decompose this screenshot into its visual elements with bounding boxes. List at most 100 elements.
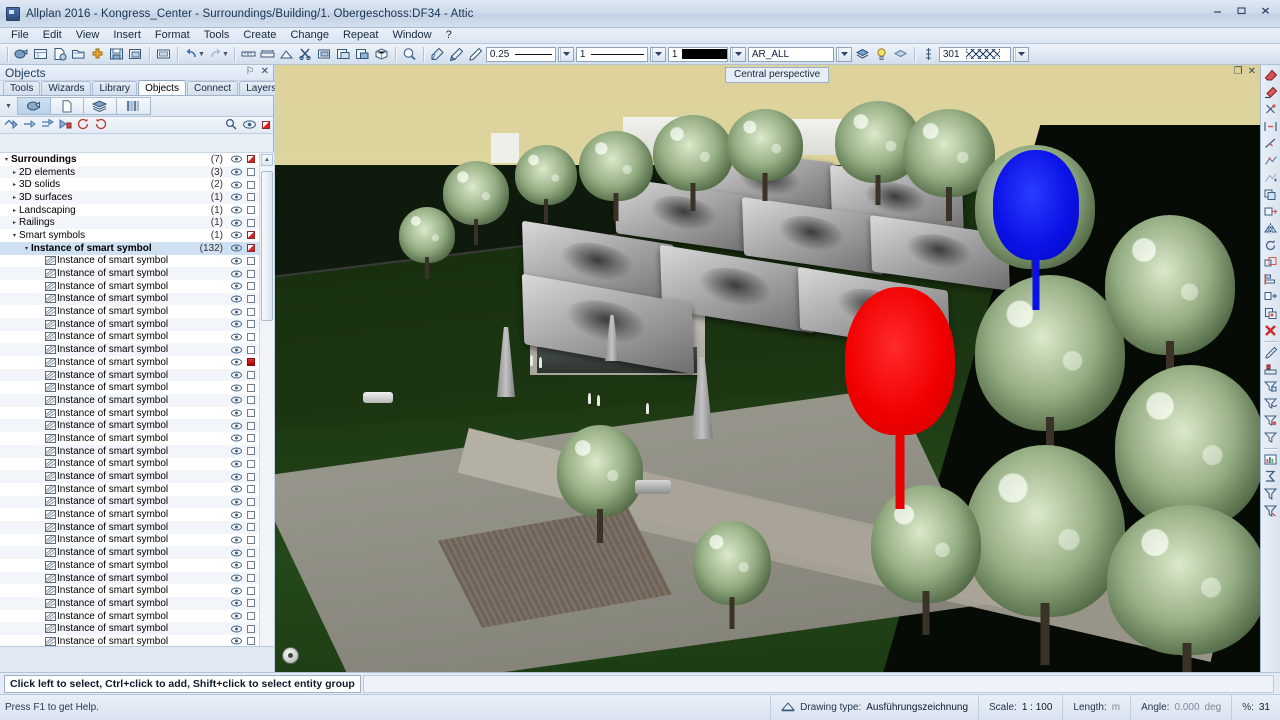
invert-selection-icon[interactable] xyxy=(40,118,54,133)
layer-combo[interactable]: AR_ALL xyxy=(747,46,834,62)
highlight-checkbox[interactable] xyxy=(243,206,259,215)
filter-sum-icon[interactable] xyxy=(1262,429,1280,446)
tree-leaf-row[interactable]: Instance of smart symbol xyxy=(0,255,259,268)
trim-icon[interactable] xyxy=(1262,101,1280,118)
tree-node[interactable]: ▸ 2D elements (3) xyxy=(0,165,259,179)
highlight-checkbox[interactable] xyxy=(243,256,259,265)
highlight-checkbox[interactable] xyxy=(243,421,259,430)
object-tree[interactable]: ▾ Surroundings (7) ▸ 2D elements (3) ▸ 3D solid… xyxy=(0,152,274,712)
color-dropdown[interactable] xyxy=(729,46,746,62)
tree-leaf-row[interactable]: Instance of smart symbol xyxy=(0,520,259,534)
visibility-icon[interactable] xyxy=(229,637,243,645)
visibility-icon[interactable] xyxy=(229,409,243,417)
visibility-icon[interactable] xyxy=(229,396,243,404)
highlight-checkbox[interactable] xyxy=(243,307,259,316)
visibility-icon[interactable] xyxy=(229,181,243,189)
expand-toggle-icon[interactable]: ▸ xyxy=(10,194,19,201)
visibility-icon[interactable] xyxy=(229,371,243,379)
tree-leaf-row[interactable]: Instance of smart symbol xyxy=(0,559,259,572)
undo-icon[interactable] xyxy=(182,45,201,64)
visibility-icon[interactable] xyxy=(229,295,243,303)
highlight-checkbox[interactable] xyxy=(243,282,259,291)
highlight-checkbox[interactable] xyxy=(243,548,259,557)
highlight-checkbox[interactable] xyxy=(243,523,259,532)
menu-item-help[interactable]: ? xyxy=(439,28,459,43)
menu-item-repeat[interactable]: Repeat xyxy=(336,28,385,43)
pen-icon[interactable] xyxy=(466,45,485,64)
open-project-icon[interactable] xyxy=(12,45,31,64)
tree-leaf-row[interactable]: Instance of smart symbol xyxy=(0,597,259,610)
tree-node[interactable]: ▸ 3D surfaces (1) xyxy=(0,191,259,204)
layer-visible-icon[interactable] xyxy=(872,45,891,64)
menu-item-tools[interactable]: Tools xyxy=(197,28,237,43)
scroll-thumb[interactable] xyxy=(261,171,273,321)
tree-leaf-row[interactable]: Instance of smart symbol xyxy=(0,610,259,623)
layers-mode-icon[interactable] xyxy=(83,98,117,114)
highlight-checkbox[interactable] xyxy=(243,345,259,354)
highlight-checkbox[interactable] xyxy=(243,320,259,329)
tree-leaf-row[interactable]: Instance of smart symbol xyxy=(0,381,259,394)
tree-leaf-row[interactable]: Instance of smart symbol xyxy=(0,280,259,293)
measure-length-icon[interactable] xyxy=(239,45,258,64)
expand-toggle-icon[interactable]: ▾ xyxy=(2,156,11,163)
visibility-icon[interactable] xyxy=(229,168,243,176)
highlight-checkbox[interactable] xyxy=(243,510,259,519)
visibility-icon[interactable] xyxy=(229,384,243,392)
layer-settings-icon[interactable] xyxy=(891,45,910,64)
deselect-icon[interactable] xyxy=(22,118,36,133)
layer-dropdown[interactable] xyxy=(835,46,852,62)
import-selection-icon[interactable] xyxy=(58,118,72,133)
highlight-checkbox[interactable] xyxy=(243,409,259,418)
visibility-icon[interactable] xyxy=(229,485,243,493)
expand-toggle-icon[interactable]: ▾ xyxy=(22,245,31,252)
modify-points-icon[interactable] xyxy=(1262,152,1280,169)
pen-thickness-dropdown[interactable] xyxy=(557,46,574,62)
objects-mode-icon[interactable] xyxy=(17,98,51,114)
visibility-icon[interactable] xyxy=(229,358,243,366)
close-icon[interactable]: ✕ xyxy=(1248,66,1256,77)
highlight-checkbox[interactable] xyxy=(243,168,259,177)
filter-layer-icon[interactable] xyxy=(1262,395,1280,412)
highlight-checkbox[interactable] xyxy=(243,447,259,456)
expand-toggle-icon[interactable]: ▸ xyxy=(10,207,19,214)
open-folder-icon[interactable] xyxy=(69,45,88,64)
restore-icon[interactable]: ❐ xyxy=(1234,66,1243,77)
copy-to-icon[interactable] xyxy=(1262,288,1280,305)
tree-leaf-row[interactable]: Instance of smart symbol xyxy=(0,317,259,331)
highlight-checkbox[interactable] xyxy=(243,371,259,380)
document-mode-icon[interactable] xyxy=(50,98,84,114)
hatch-combo[interactable]: 301 xyxy=(938,46,1011,62)
save-icon[interactable] xyxy=(107,45,126,64)
align-icon[interactable] xyxy=(1262,271,1280,288)
menu-item-format[interactable]: Format xyxy=(148,28,197,43)
match-properties-icon[interactable] xyxy=(428,45,447,64)
visibility-icon[interactable] xyxy=(229,257,243,265)
tree-node[interactable]: ▾ Surroundings (7) xyxy=(0,153,259,166)
visibility-header-icon[interactable] xyxy=(243,119,256,132)
tree-leaf-row[interactable]: Instance of smart symbol xyxy=(0,470,259,483)
select-all-icon[interactable] xyxy=(4,118,18,133)
highlight-header-icon[interactable] xyxy=(262,120,270,132)
close-button[interactable] xyxy=(1254,3,1276,18)
visibility-icon[interactable] xyxy=(229,599,243,607)
tree-leaf-row[interactable]: Instance of smart symbol xyxy=(0,584,259,597)
tree-leaf-row[interactable]: Instance of smart symbol xyxy=(0,368,259,382)
tree-leaf-row[interactable]: Instance of smart symbol xyxy=(0,305,259,318)
print-preview-icon[interactable] xyxy=(154,45,173,64)
menu-item-file[interactable]: File xyxy=(4,28,36,43)
redo-selection-icon[interactable] xyxy=(94,118,108,133)
layer-select-icon[interactable] xyxy=(853,45,872,64)
drawing-type-cell[interactable]: Drawing type: Ausführungszeichnung xyxy=(770,694,978,720)
paste-icon[interactable] xyxy=(334,45,353,64)
highlight-checkbox[interactable] xyxy=(243,358,259,367)
visibility-icon[interactable] xyxy=(229,587,243,595)
tab-connect[interactable]: Connect xyxy=(186,81,239,95)
tree-leaf-row[interactable]: Instance of smart symbol xyxy=(0,444,259,458)
angle-cell[interactable]: Angle: 0.000 deg xyxy=(1130,694,1231,720)
visibility-icon[interactable] xyxy=(229,320,243,328)
menu-item-view[interactable]: View xyxy=(69,28,107,43)
tab-wizards[interactable]: Wizards xyxy=(41,81,92,95)
tree-leaf-row[interactable]: Instance of smart symbol xyxy=(0,458,259,471)
pen-thickness-combo[interactable]: 0.25 xyxy=(485,46,556,62)
funnel-clear-icon[interactable] xyxy=(1262,502,1280,519)
